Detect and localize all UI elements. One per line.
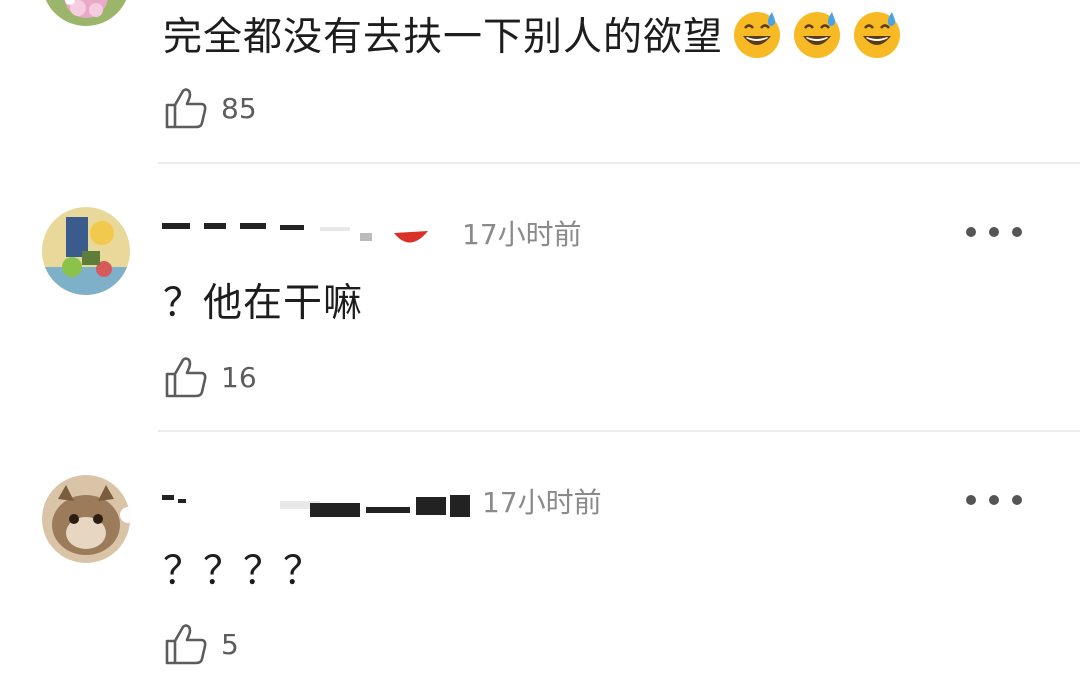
- comment-feed: 完全都没有去扶一下别人的欲望 85 17小时前 ？他在干嘛 16 17小时前 ？…: [0, 0, 1080, 690]
- thumbs-up-icon: [163, 354, 209, 400]
- username-redacted: [160, 213, 460, 253]
- like-button[interactable]: 5: [163, 620, 239, 668]
- comment-text: ？他在干嘛: [163, 274, 363, 326]
- comment-text: ？？？？: [163, 542, 323, 594]
- thumbs-up-icon: [163, 85, 209, 131]
- ellipsis-dot: [989, 227, 999, 237]
- comment-text-content: ？？？？: [163, 549, 324, 594]
- like-count: 16: [221, 360, 257, 394]
- timestamp: 17小时前: [462, 218, 582, 251]
- avatar[interactable]: [42, 475, 130, 563]
- comment-text-content: ？他在干嘛: [163, 281, 364, 326]
- sweat-smile-emoji: [791, 8, 843, 60]
- ellipsis-dot: [989, 495, 999, 505]
- like-count: 85: [221, 91, 257, 125]
- ellipsis-dot: [966, 495, 976, 505]
- sweat-smile-emoji: [731, 8, 783, 60]
- more-options-button[interactable]: [966, 217, 1022, 247]
- ellipsis-dot: [1012, 495, 1022, 505]
- like-button[interactable]: 85: [163, 84, 257, 132]
- ellipsis-dot: [1012, 227, 1022, 237]
- avatar[interactable]: [42, 207, 130, 295]
- avatar[interactable]: [42, 0, 130, 26]
- divider: [158, 162, 1080, 164]
- divider: [158, 430, 1080, 432]
- thumbs-up-icon: [163, 621, 209, 667]
- sweat-smile-emoji: [851, 8, 903, 60]
- username-redacted: [160, 481, 480, 521]
- ellipsis-dot: [966, 227, 976, 237]
- timestamp: 17小时前: [482, 486, 602, 519]
- comment-meta: 17小时前: [160, 481, 602, 521]
- like-count: 5: [221, 627, 239, 661]
- comment-meta: 17小时前: [160, 213, 582, 253]
- more-options-button[interactable]: [966, 485, 1022, 515]
- like-button[interactable]: 16: [163, 353, 257, 401]
- comment-text: 完全都没有去扶一下别人的欲望: [163, 8, 903, 60]
- comment-text-content: 完全都没有去扶一下别人的欲望: [163, 15, 724, 60]
